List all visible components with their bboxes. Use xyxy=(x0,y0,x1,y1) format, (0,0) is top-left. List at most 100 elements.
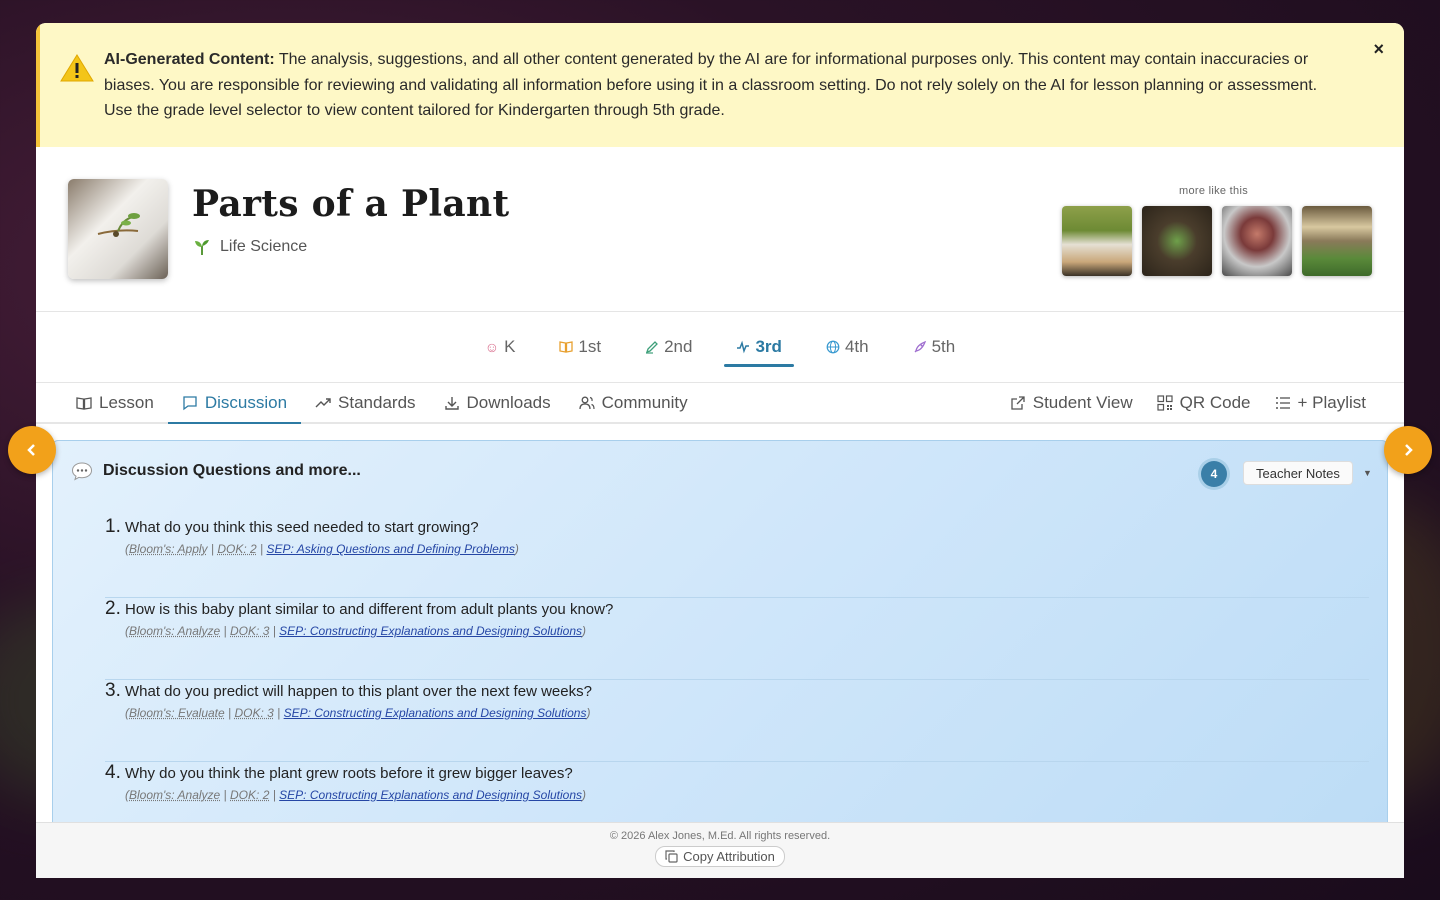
related-lesson-thumbnail[interactable] xyxy=(1062,206,1132,276)
dok-tag[interactable]: DOK: 3 xyxy=(234,706,273,720)
lesson-thumbnail[interactable] xyxy=(68,179,168,279)
tab-community[interactable]: Community xyxy=(565,383,702,422)
lesson-header: Parts of a Plant Life Science more like … xyxy=(36,147,1404,312)
bloom-tag[interactable]: Bloom's: Analyze xyxy=(129,624,220,638)
discussion-panel: Discussion Questions and more... 4 Teach… xyxy=(52,440,1388,840)
question-count-badge: 4 xyxy=(1201,461,1227,487)
grade-5th[interactable]: 5th xyxy=(901,312,968,383)
add-playlist-button[interactable]: + Playlist xyxy=(1263,393,1379,413)
more-like-this-label: more like this xyxy=(1179,185,1248,197)
action-label: Student View xyxy=(1033,393,1133,413)
sep-link[interactable]: SEP: Constructing Explanations and Desig… xyxy=(279,788,582,802)
grade-label: 2nd xyxy=(664,337,692,357)
rocket-icon xyxy=(913,340,927,354)
tab-discussion[interactable]: Discussion xyxy=(168,383,301,422)
lesson-title: Parts of a Plant xyxy=(192,183,509,225)
previous-lesson-button[interactable] xyxy=(8,426,56,474)
related-lesson-thumbnail[interactable] xyxy=(1302,206,1372,276)
dok-tag[interactable]: DOK: 2 xyxy=(217,542,256,556)
ai-disclaimer-label: AI-Generated Content: xyxy=(104,51,275,68)
question-number: 4. xyxy=(105,762,121,784)
ai-disclaimer-text: AI-Generated Content: The analysis, sugg… xyxy=(104,47,1344,124)
tab-label: Community xyxy=(602,393,688,413)
lesson-tabs: Lesson Discussion Standards Downloads Co… xyxy=(36,383,1404,424)
book-icon xyxy=(559,340,573,354)
chevron-right-icon xyxy=(1401,443,1415,457)
tab-label: Lesson xyxy=(99,393,154,413)
ai-disclaimer-body: The analysis, suggestions, and all other… xyxy=(104,51,1317,119)
bloom-tag[interactable]: Bloom's: Evaluate xyxy=(129,706,225,720)
discussion-heading: Discussion Questions and more... xyxy=(71,461,361,481)
related-lesson-thumbnail[interactable] xyxy=(1142,206,1212,276)
grade-label: 3rd xyxy=(755,337,781,357)
discussion-card: Discussion Questions and more... 4 Teach… xyxy=(52,440,1388,860)
copy-icon xyxy=(665,850,678,863)
users-icon xyxy=(579,395,595,411)
grade-label: 5th xyxy=(932,337,956,357)
teacher-notes-button[interactable]: Teacher Notes xyxy=(1243,461,1353,485)
external-link-icon xyxy=(1010,395,1026,411)
action-label: QR Code xyxy=(1180,393,1251,413)
list-item: 2. How is this baby plant similar to and… xyxy=(105,598,1369,680)
sep-link[interactable]: SEP: Constructing Explanations and Desig… xyxy=(284,706,587,720)
subject-label: Life Science xyxy=(220,238,307,256)
question-number: 3. xyxy=(105,680,121,702)
bloom-tag[interactable]: Bloom's: Apply xyxy=(129,542,208,556)
copy-attribution-button[interactable]: Copy Attribution xyxy=(655,846,785,867)
question-text: How is this baby plant similar to and di… xyxy=(125,598,1369,618)
chevron-left-icon xyxy=(25,443,39,457)
grade-2nd[interactable]: 2nd xyxy=(633,312,704,383)
pencil-icon xyxy=(645,340,659,354)
question-meta: (Bloom's: Apply | DOK: 2 | SEP: Asking Q… xyxy=(125,542,1369,556)
lesson-subject[interactable]: Life Science xyxy=(192,237,307,257)
tab-label: Discussion xyxy=(205,393,287,413)
related-lesson-thumbnail[interactable] xyxy=(1222,206,1292,276)
sep-link[interactable]: SEP: Asking Questions and Defining Probl… xyxy=(267,542,515,556)
copy-attribution-label: Copy Attribution xyxy=(683,849,775,864)
question-text: What do you think this seed needed to st… xyxy=(125,516,1369,536)
grade-1st[interactable]: 1st xyxy=(547,312,613,383)
dok-tag[interactable]: DOK: 3 xyxy=(230,624,269,638)
qr-code-icon xyxy=(1157,395,1173,411)
questions-list: 1. What do you think this seed needed to… xyxy=(105,516,1369,844)
close-banner-button[interactable]: × xyxy=(1373,39,1384,60)
seedling-photo-image xyxy=(68,179,168,279)
activity-icon xyxy=(736,340,750,354)
question-number: 1. xyxy=(105,516,121,538)
grade-label: K xyxy=(504,337,515,357)
trending-up-icon xyxy=(315,395,331,411)
grade-label: 4th xyxy=(845,337,869,357)
tab-label: Downloads xyxy=(467,393,551,413)
message-square-icon xyxy=(182,395,198,411)
globe-icon xyxy=(826,340,840,354)
question-meta: (Bloom's: Analyze | DOK: 2 | SEP: Constr… xyxy=(125,788,1369,802)
list-item: 1. What do you think this seed needed to… xyxy=(105,516,1369,598)
qr-code-button[interactable]: QR Code xyxy=(1145,393,1263,413)
dok-tag[interactable]: DOK: 2 xyxy=(230,788,269,802)
discussion-heading-text: Discussion Questions and more... xyxy=(103,462,361,480)
smiley-icon: ☺ xyxy=(485,339,499,355)
question-text: What do you predict will happen to this … xyxy=(125,680,1369,700)
question-meta: (Bloom's: Analyze | DOK: 3 | SEP: Constr… xyxy=(125,624,1369,638)
question-text: Why do you think the plant grew roots be… xyxy=(125,762,1369,782)
bloom-tag[interactable]: Bloom's: Analyze xyxy=(129,788,220,802)
sep-link[interactable]: SEP: Constructing Explanations and Desig… xyxy=(279,624,582,638)
lesson-modal: AI-Generated Content: The analysis, sugg… xyxy=(36,23,1404,878)
grade-4th[interactable]: 4th xyxy=(814,312,881,383)
next-lesson-button[interactable] xyxy=(1384,426,1432,474)
grade-k[interactable]: ☺ K xyxy=(473,312,528,383)
grade-3rd[interactable]: 3rd xyxy=(724,312,793,383)
related-lessons xyxy=(1062,206,1372,276)
tab-label: Standards xyxy=(338,393,416,413)
tab-lesson[interactable]: Lesson xyxy=(62,383,168,422)
student-view-button[interactable]: Student View xyxy=(998,393,1145,413)
list-icon xyxy=(1275,395,1291,411)
question-number: 2. xyxy=(105,598,121,620)
book-open-icon xyxy=(76,395,92,411)
tab-downloads[interactable]: Downloads xyxy=(430,383,565,422)
tab-standards[interactable]: Standards xyxy=(301,383,430,422)
lesson-actions: Student View QR Code + Playlist xyxy=(998,383,1378,422)
chevron-down-icon[interactable]: ▼ xyxy=(1363,468,1372,478)
question-meta: (Bloom's: Evaluate | DOK: 3 | SEP: Const… xyxy=(125,706,1369,720)
warning-triangle-icon xyxy=(60,53,94,83)
